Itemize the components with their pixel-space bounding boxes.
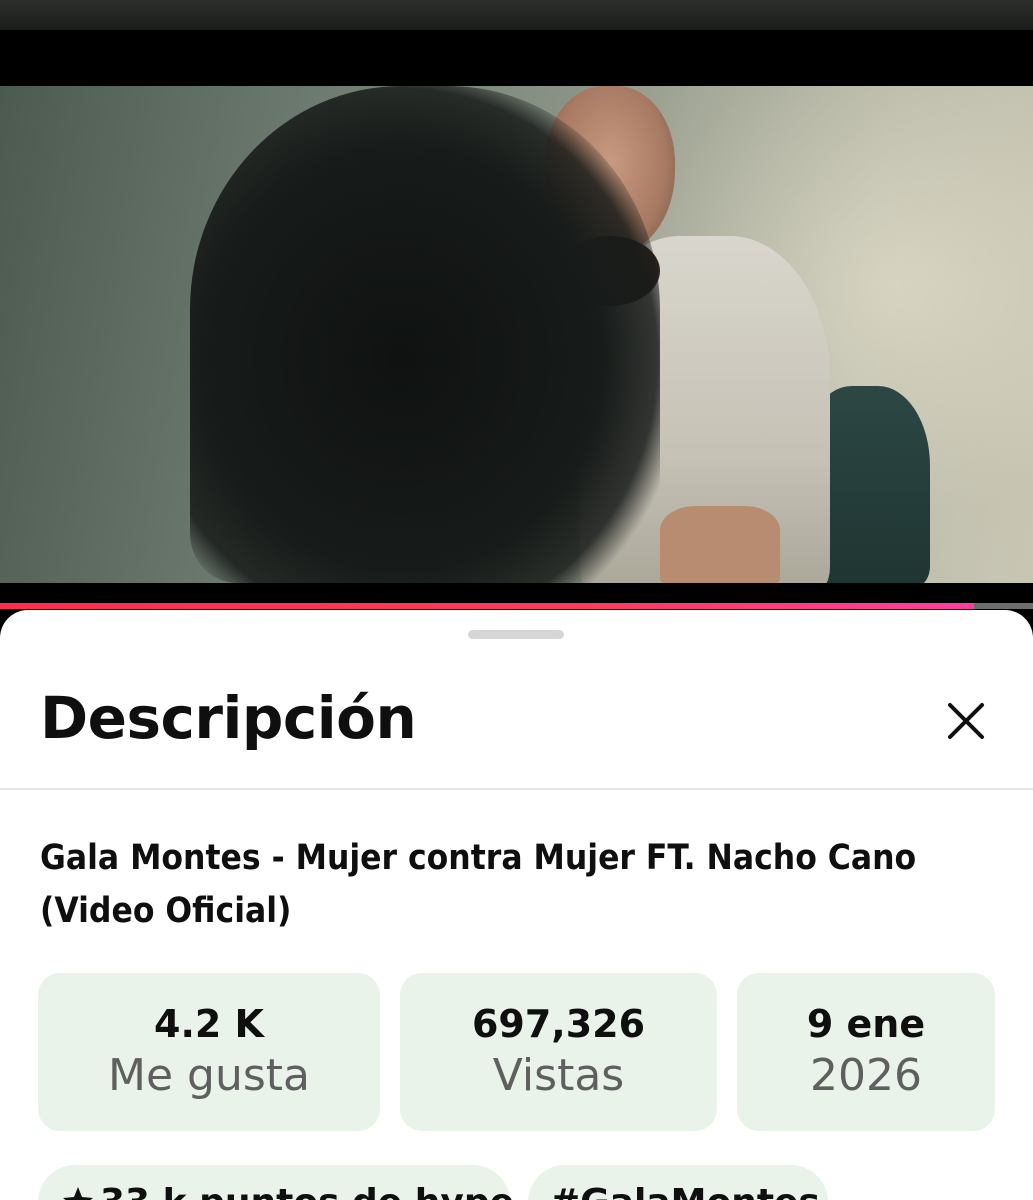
views-count: 697,326 bbox=[471, 1002, 646, 1046]
stats-row: 4.2 K Me gusta 697,326 Vistas 9 ene 2026 bbox=[38, 973, 998, 1131]
likes-stat: 4.2 K Me gusta bbox=[38, 973, 380, 1131]
hype-points-chip[interactable]: 33 k puntos de hype bbox=[38, 1165, 514, 1200]
views-stat: 697,326 Vistas bbox=[400, 973, 717, 1131]
likes-count: 4.2 K bbox=[154, 1002, 264, 1046]
publish-date-day: 9 ene bbox=[806, 1002, 926, 1046]
close-icon bbox=[946, 701, 986, 745]
video-player[interactable] bbox=[0, 30, 1033, 608]
publish-date-year: 2026 bbox=[810, 1050, 922, 1101]
video-page: Descripción Gala Montes - Mujer contra M… bbox=[0, 0, 1033, 1200]
video-progress-bar[interactable] bbox=[0, 603, 1033, 609]
sheet-divider bbox=[0, 788, 1033, 790]
hype-points-label: 33 k puntos de hype bbox=[100, 1182, 514, 1200]
video-title: Gala Montes - Mujer contra Mujer FT. Nac… bbox=[40, 838, 917, 931]
close-button[interactable] bbox=[935, 692, 997, 754]
sheet-title: Descripción bbox=[40, 684, 417, 752]
video-scene-figure bbox=[190, 86, 660, 583]
likes-label: Me gusta bbox=[108, 1050, 310, 1101]
top-strip bbox=[0, 0, 1033, 30]
views-label: Vistas bbox=[492, 1050, 625, 1101]
hashtag-label: #GalaMontes bbox=[550, 1182, 820, 1200]
hashtag-chip[interactable]: #GalaMontes bbox=[528, 1165, 828, 1200]
description-sheet: Descripción Gala Montes - Mujer contra M… bbox=[0, 610, 1033, 1200]
sheet-drag-handle[interactable] bbox=[468, 630, 564, 639]
video-progress-fill bbox=[0, 603, 975, 609]
hype-icon bbox=[60, 1184, 96, 1200]
date-stat: 9 ene 2026 bbox=[737, 973, 995, 1131]
video-frame[interactable] bbox=[0, 86, 1033, 583]
video-scene-figure bbox=[660, 506, 780, 583]
